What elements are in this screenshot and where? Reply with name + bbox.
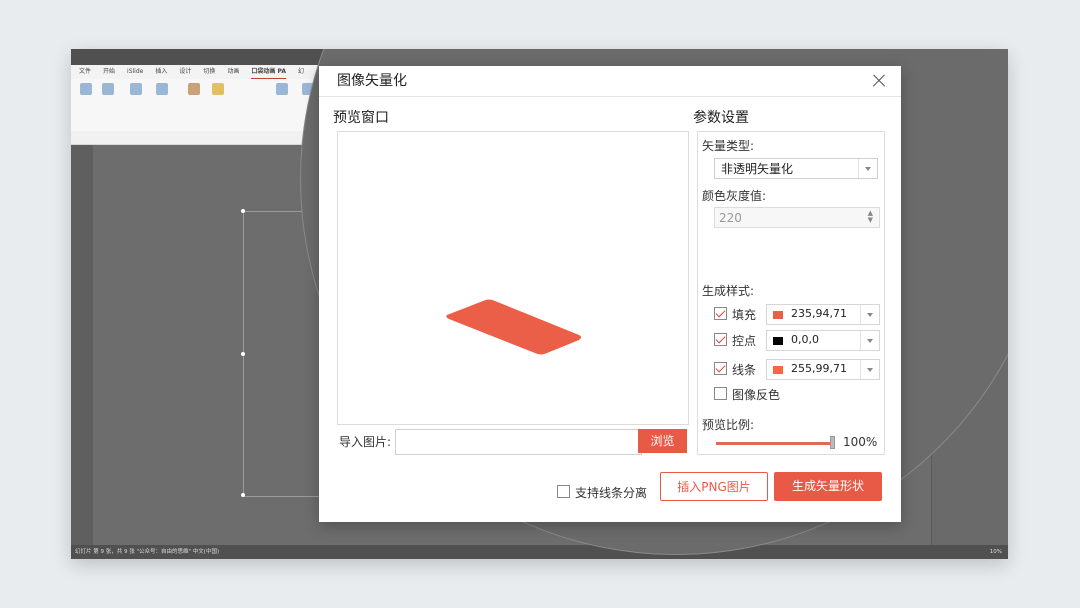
ribbon-tool-3[interactable] <box>125 83 147 115</box>
gray-value: 220 <box>719 211 742 225</box>
chevron-down-icon <box>860 331 879 350</box>
import-path-input[interactable] <box>395 429 642 455</box>
line-color-swatch <box>773 366 783 374</box>
gray-value-spinner[interactable]: 220 ▲ ▼ <box>714 207 880 228</box>
gray-value-label: 颜色灰度值: <box>702 189 767 203</box>
close-icon[interactable] <box>869 71 889 91</box>
tab-home[interactable]: 开始 <box>103 65 115 79</box>
handles-checkbox[interactable] <box>714 333 727 346</box>
handles-label: 控点 <box>732 334 757 348</box>
line-color-select[interactable]: 255,99,71 <box>766 359 880 380</box>
animation-box-icon <box>188 83 200 95</box>
ribbon-tool-4[interactable] <box>151 83 173 115</box>
ribbon-tool-1[interactable] <box>75 83 97 115</box>
fill-color-value: 235,94,71 <box>791 307 847 320</box>
preview-window <box>337 131 689 425</box>
ribbon-tool-6[interactable] <box>207 83 229 115</box>
style-row-handles: 控点 0,0,0 <box>714 330 882 352</box>
library-icon <box>102 83 114 95</box>
fill-label: 填充 <box>732 308 757 322</box>
handles-color-select[interactable]: 0,0,0 <box>766 330 880 351</box>
line-label: 线条 <box>732 363 757 377</box>
chevron-down-icon <box>858 159 877 178</box>
line-checkbox[interactable] <box>714 362 727 375</box>
reference-animation-icon <box>276 83 288 95</box>
resize-handle[interactable] <box>241 352 245 356</box>
preview-shape <box>446 299 581 355</box>
tab-slideshow[interactable]: 幻 <box>298 65 304 79</box>
tab-islide[interactable]: iSlide <box>127 65 143 79</box>
fill-color-swatch <box>773 311 783 319</box>
zoom-level[interactable]: 10% <box>990 545 1002 559</box>
resize-handle[interactable] <box>241 209 245 213</box>
params-panel: 矢量类型: 非透明矢量化 颜色灰度值: 220 ▲ ▼ 生成样式: 填充 235,… <box>697 131 885 455</box>
tab-insert[interactable]: 插入 <box>155 65 167 79</box>
fill-color-select[interactable]: 235,94,71 <box>766 304 880 325</box>
style-row-line: 线条 255,99,71 <box>714 359 882 381</box>
preview-title: 预览窗口 <box>333 110 389 126</box>
line-color-value: 255,99,71 <box>791 362 847 375</box>
thumbnail-pane[interactable] <box>71 145 94 545</box>
style-row-invert: 图像反色 <box>714 384 882 406</box>
ribbon-tool-7[interactable] <box>271 83 293 115</box>
tab-animations[interactable]: 动画 <box>227 65 239 79</box>
split-lines-label: 支持线条分离 <box>575 486 648 500</box>
chevron-down-icon <box>860 305 879 324</box>
status-text: 幻灯片 第 9 张，共 9 张 "公众号：自由的思维" 中文(中国) <box>75 549 220 555</box>
params-title: 参数设置 <box>693 110 749 126</box>
user-icon <box>80 83 92 95</box>
split-lines-checkbox[interactable] <box>557 485 570 498</box>
import-label: 导入图片: <box>339 435 392 449</box>
preview-ratio-slider[interactable] <box>716 442 832 445</box>
tab-pocket-animation[interactable]: 口袋动画 PA <box>251 65 286 79</box>
preview-ratio-value: 100% <box>843 435 878 449</box>
invert-checkbox[interactable] <box>714 387 727 400</box>
dialog-title: 图像矢量化 <box>337 73 407 89</box>
style-row-fill: 填充 235,94,71 <box>714 304 882 326</box>
vectorize-dialog: 图像矢量化 预览窗口 参数设置 导入图片: 浏览 矢量类型: 非透明矢量化 颜色… <box>319 66 901 522</box>
preview-ratio-label: 预览比例: <box>702 418 755 432</box>
tab-design[interactable]: 设计 <box>179 65 191 79</box>
invert-label: 图像反色 <box>732 388 781 402</box>
smart-design-icon <box>156 83 168 95</box>
fill-checkbox[interactable] <box>714 307 727 320</box>
style-label: 生成样式: <box>702 284 755 298</box>
browse-button[interactable]: 浏览 <box>638 429 687 453</box>
generate-vector-button[interactable]: 生成矢量形状 <box>774 472 882 501</box>
handles-color-value: 0,0,0 <box>791 333 819 346</box>
spinner-arrows-icon[interactable]: ▲ ▼ <box>868 210 873 224</box>
handles-color-swatch <box>773 337 783 345</box>
tab-file[interactable]: 文件 <box>79 65 91 79</box>
title-divider <box>319 96 901 97</box>
insert-png-button[interactable]: 插入PNG图片 <box>660 472 768 501</box>
vector-type-label: 矢量类型: <box>702 139 755 153</box>
vector-type-select[interactable]: 非透明矢量化 <box>714 158 878 179</box>
status-bar: 幻灯片 第 9 张，共 9 张 "公众号：自由的思维" 中文(中国) 10% <box>71 545 1008 559</box>
ribbon-tool-2[interactable] <box>97 83 119 115</box>
vector-type-value: 非透明矢量化 <box>721 162 794 176</box>
tab-transitions[interactable]: 切换 <box>203 65 215 79</box>
resize-handle[interactable] <box>241 493 245 497</box>
chevron-down-icon <box>860 360 879 379</box>
animation-library-icon <box>212 83 224 95</box>
ribbon-tool-5[interactable] <box>183 83 205 115</box>
slider-thumb[interactable] <box>830 436 835 449</box>
smart-graphic-icon <box>130 83 142 95</box>
